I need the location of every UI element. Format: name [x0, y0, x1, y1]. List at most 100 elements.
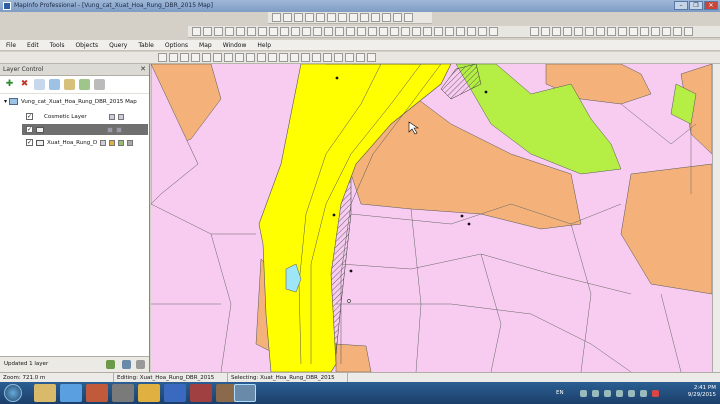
- menu-objects[interactable]: Objects: [75, 42, 98, 49]
- refresh-icon[interactable]: [122, 360, 131, 369]
- marquee-select-icon[interactable]: [203, 27, 212, 36]
- tool-find-icon[interactable]: [235, 53, 244, 62]
- layer-visibility-checkbox[interactable]: ✓: [26, 139, 33, 146]
- new-table-icon[interactable]: [272, 13, 281, 22]
- remove-layer-icon[interactable]: ✖: [19, 79, 30, 90]
- point-marker[interactable]: [467, 222, 471, 226]
- add-node-icon[interactable]: [445, 27, 454, 36]
- layer-visibility-checkbox[interactable]: ✓: [26, 113, 33, 120]
- layer-row-xuat-hoa-rung[interactable]: ✓ Xuat_Hoa_Rung_D: [26, 137, 134, 148]
- line-style-icon[interactable]: [651, 27, 660, 36]
- tool-legend-icon[interactable]: [191, 53, 200, 62]
- show-legend-icon[interactable]: [390, 27, 399, 36]
- info-tool-icon[interactable]: [324, 27, 333, 36]
- layer-edit-icon[interactable]: [107, 126, 113, 133]
- layer-select-icon[interactable]: [117, 113, 124, 120]
- layer-properties-icon[interactable]: [64, 79, 75, 90]
- tool-split-icon[interactable]: [290, 53, 299, 62]
- radius-select-icon[interactable]: [214, 27, 223, 36]
- point-marker[interactable]: [460, 214, 464, 218]
- pdf-reader-icon[interactable]: [190, 384, 212, 402]
- new-mapper-icon[interactable]: [371, 13, 380, 22]
- app-icon[interactable]: [112, 384, 134, 402]
- layer-select-icon[interactable]: [116, 126, 122, 133]
- zoom-in-icon[interactable]: [280, 27, 289, 36]
- layer-label-icon[interactable]: [118, 139, 125, 146]
- open-table-icon[interactable]: [283, 13, 292, 22]
- invert-selection-icon[interactable]: [258, 27, 267, 36]
- maximize-button[interactable]: ❐: [689, 1, 703, 10]
- layer-edit-icon[interactable]: [100, 139, 107, 146]
- menu-file[interactable]: File: [6, 42, 16, 49]
- line-tool-icon[interactable]: [541, 27, 550, 36]
- prism-map-icon[interactable]: [467, 27, 476, 36]
- tool-scale-bar-icon[interactable]: [180, 53, 189, 62]
- boundary-select-icon[interactable]: [236, 27, 245, 36]
- grabber-hand-icon[interactable]: [313, 27, 322, 36]
- change-view-icon[interactable]: [302, 27, 311, 36]
- layer-select-icon[interactable]: [109, 139, 116, 146]
- point-marker[interactable]: [349, 269, 353, 273]
- polygon-tool-icon[interactable]: [574, 27, 583, 36]
- text-style-icon[interactable]: [684, 27, 693, 36]
- mapinfo-task-icon[interactable]: [234, 384, 256, 402]
- menu-options[interactable]: Options: [165, 42, 188, 49]
- point-marker[interactable]: [332, 213, 336, 217]
- internet-explorer-icon[interactable]: [60, 384, 82, 402]
- layer-row-selected[interactable]: ✓: [22, 124, 148, 135]
- minimize-button[interactable]: –: [674, 1, 688, 10]
- menu-edit[interactable]: Edit: [27, 42, 39, 49]
- layer-edit-icon[interactable]: [108, 113, 115, 120]
- tool-run-icon[interactable]: [158, 53, 167, 62]
- close-button[interactable]: ✕: [704, 1, 718, 10]
- start-button[interactable]: [4, 384, 22, 402]
- ellipse-tool-icon[interactable]: [585, 27, 594, 36]
- text-tool-icon[interactable]: [618, 27, 627, 36]
- file-explorer-icon[interactable]: [34, 384, 56, 402]
- statistics-icon[interactable]: [401, 27, 410, 36]
- tool-snap-icon[interactable]: [323, 53, 332, 62]
- rounded-rect-tool-icon[interactable]: [607, 27, 616, 36]
- tray-icon[interactable]: [652, 390, 659, 397]
- tool-label-icon[interactable]: [345, 53, 354, 62]
- menu-table[interactable]: Table: [138, 42, 154, 49]
- layer-style-icon[interactable]: [127, 139, 134, 146]
- drag-window-icon[interactable]: [357, 27, 366, 36]
- hotlink-icon[interactable]: [335, 27, 344, 36]
- menu-tools[interactable]: Tools: [50, 42, 65, 49]
- layer-options-icon[interactable]: [94, 79, 105, 90]
- tool-export-icon[interactable]: [367, 53, 376, 62]
- tool-coord-icon[interactable]: [202, 53, 211, 62]
- new-grapher-icon[interactable]: [382, 13, 391, 22]
- new-layout-icon[interactable]: [393, 13, 402, 22]
- menu-query[interactable]: Query: [109, 42, 127, 49]
- menu-map[interactable]: Map: [199, 42, 212, 49]
- point-marker[interactable]: [484, 90, 488, 94]
- help-icon[interactable]: [404, 13, 413, 22]
- zoom-out-icon[interactable]: [291, 27, 300, 36]
- unselect-all-icon[interactable]: [247, 27, 256, 36]
- print-icon[interactable]: [305, 13, 314, 22]
- undo-icon[interactable]: [349, 13, 358, 22]
- tray-icon[interactable]: [616, 390, 623, 397]
- point-marker[interactable]: [335, 76, 339, 80]
- clock[interactable]: 2:41 PM 9/29/2015: [688, 385, 716, 399]
- tray-icon[interactable]: [580, 390, 587, 397]
- tool-table-icon[interactable]: [213, 53, 222, 62]
- chrome-icon[interactable]: [138, 384, 160, 402]
- layer-row-cosmetic[interactable]: ✓ Cosmetic Layer: [26, 111, 124, 122]
- media-player-icon[interactable]: [86, 384, 108, 402]
- label-tool-icon[interactable]: [346, 27, 355, 36]
- point-marker[interactable]: [347, 299, 351, 303]
- ruler-icon[interactable]: [379, 27, 388, 36]
- tray-icon[interactable]: [628, 390, 635, 397]
- map-window[interactable]: [151, 64, 712, 372]
- vertical-scrollbar[interactable]: [712, 64, 720, 372]
- thematic-map-icon[interactable]: [478, 27, 487, 36]
- set-target-icon[interactable]: [412, 27, 421, 36]
- new-browser-icon[interactable]: [360, 13, 369, 22]
- select-arrow-icon[interactable]: [192, 27, 201, 36]
- symbol-tool-icon[interactable]: [530, 27, 539, 36]
- polyline-tool-icon[interactable]: [552, 27, 561, 36]
- layer-visibility-checkbox[interactable]: ✓: [26, 126, 33, 133]
